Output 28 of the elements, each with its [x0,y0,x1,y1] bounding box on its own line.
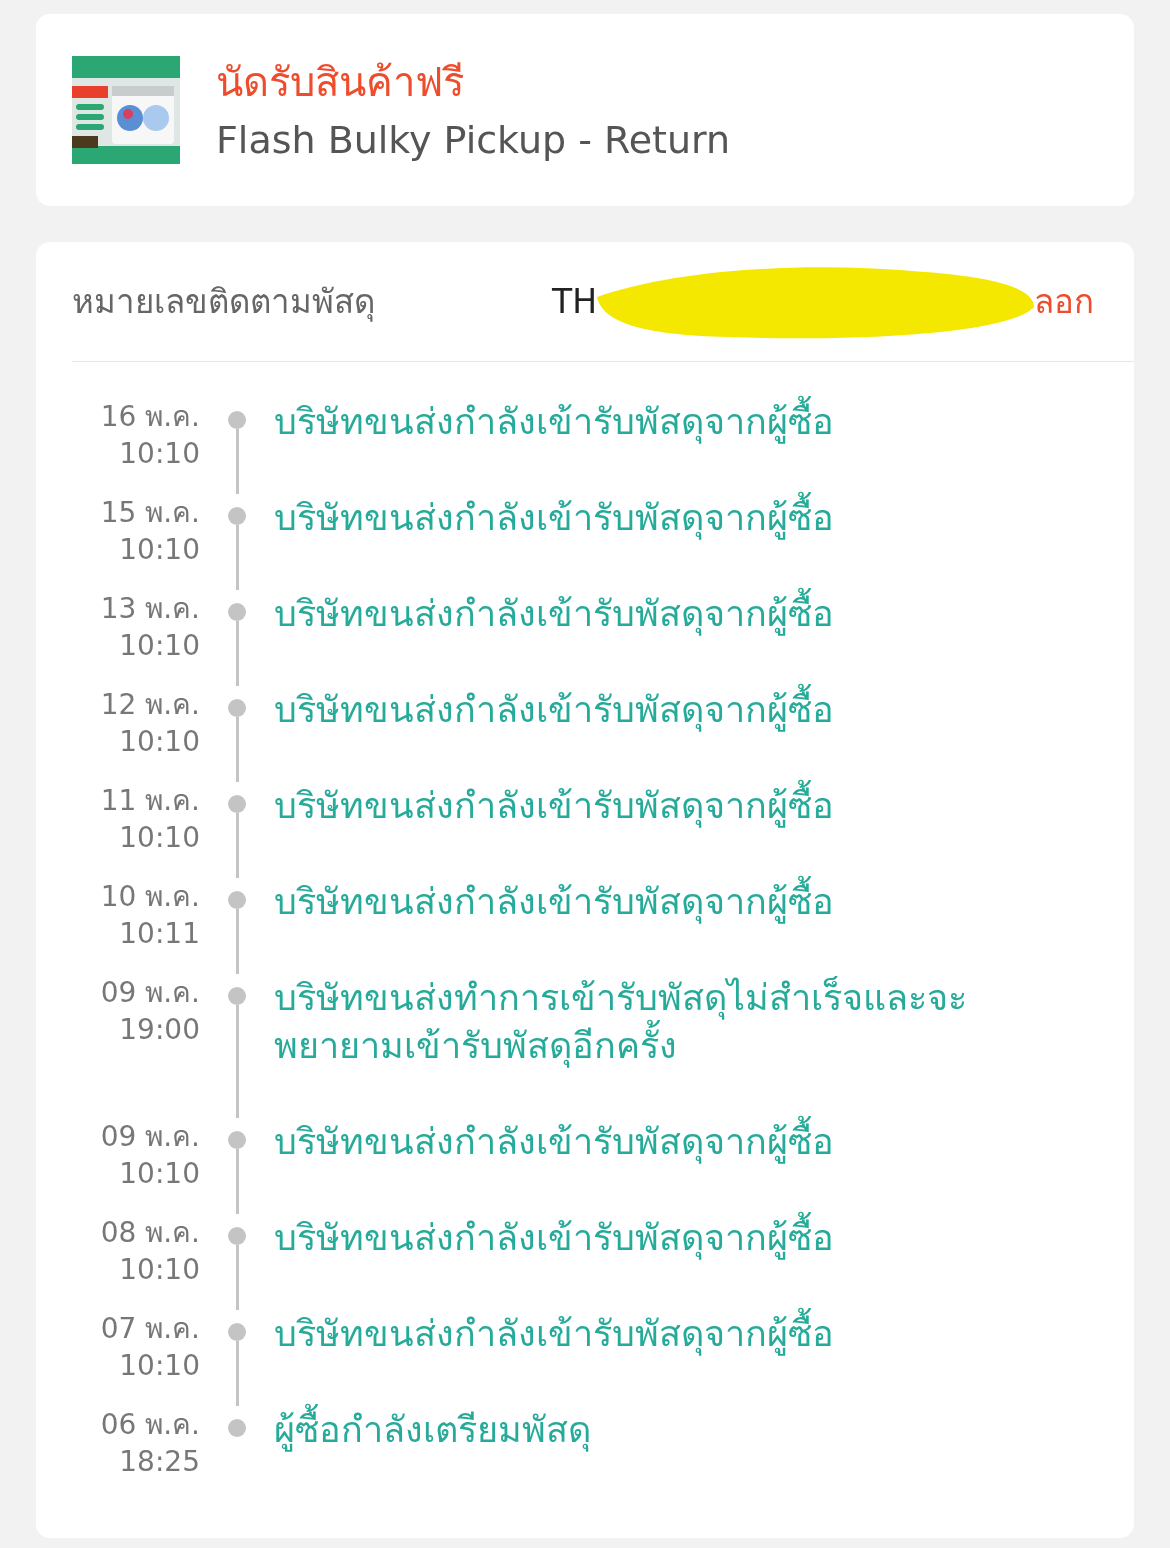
event-date: 16 พ.ค. [100,399,200,435]
event-time: 10:10 [119,820,200,856]
event-date: 08 พ.ค. [100,1215,200,1251]
event-time: 10:10 [119,628,200,664]
event-time: 18:25 [119,1444,200,1480]
event-date: 10 พ.ค. [100,879,200,915]
event-time: 10:10 [119,1348,200,1384]
event-time: 10:10 [119,1252,200,1288]
event-time: 10:11 [119,916,200,952]
event-date: 07 พ.ค. [100,1311,200,1347]
event-date: 15 พ.ค. [100,495,200,531]
product-title: นัดรับสินค้าฟรี [216,58,465,107]
tracking-number: TH [552,280,597,323]
tracking-label: หมายเลขติดตามพัสดุ [72,280,376,324]
event-date: 09 พ.ค. [100,1119,200,1155]
event-date: 09 พ.ค. [100,975,200,1011]
event-date: 13 พ.ค. [100,591,200,627]
event-time: 10:10 [119,532,200,568]
event-date: 06 พ.ค. [100,1407,200,1443]
event-time: 19:00 [119,1012,200,1048]
event-time: 10:10 [119,724,200,760]
copy-link[interactable]: ลอก [1034,276,1094,327]
event-time: 10:10 [119,1156,200,1192]
event-time: 10:10 [119,436,200,472]
product-subtitle: Flash Bulky Pickup - Return [216,117,731,164]
event-date: 11 พ.ค. [100,783,200,819]
event-date: 12 พ.ค. [100,687,200,723]
event-description: บริษัทขนส่งทำการเข้ารับพัสดุไม่สำเร็จและจะพยายามเข้ารับพัสดุอีกครั้ง [274,975,968,1070]
